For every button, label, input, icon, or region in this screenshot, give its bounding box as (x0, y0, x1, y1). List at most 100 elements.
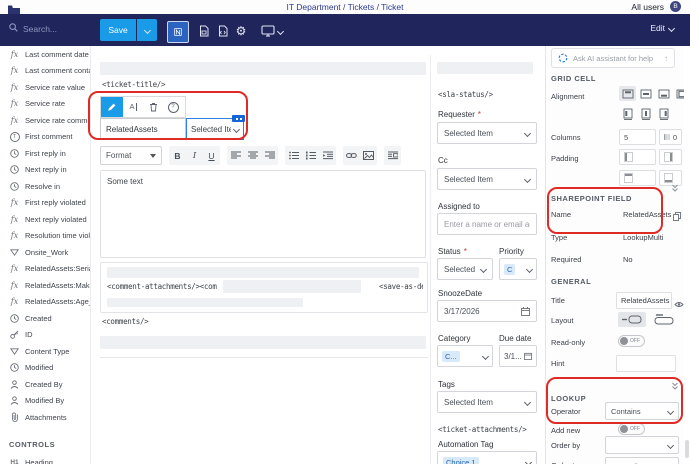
underline-button[interactable]: U (203, 146, 220, 165)
automation-tag-select[interactable]: Choice 1 (437, 451, 537, 464)
sidebar-field-onsite-work[interactable]: Onsite_Work (0, 244, 90, 261)
source-view-button[interactable] (384, 146, 401, 165)
collapse-section-button[interactable] (671, 377, 679, 395)
hint-input[interactable] (616, 355, 676, 372)
sla-status-tag[interactable]: <sla-status/> (438, 90, 493, 99)
align-middle-button[interactable] (637, 86, 654, 101)
sidebar-field-last-comment-date[interactable]: fxLast comment date (0, 46, 90, 63)
help-button[interactable]: ? (163, 97, 183, 117)
sidebar-field-modified-by[interactable]: Modified By (0, 393, 90, 410)
requester-select[interactable]: Selected Item (437, 122, 537, 144)
sidebar-field-first-reply-violated[interactable]: fxFirst reply violated (0, 195, 90, 212)
halign-right-button[interactable] (655, 106, 672, 121)
align-stretch-button[interactable] (673, 86, 684, 101)
ai-assistant-input[interactable]: Ask AI assistant for help ↑ (551, 48, 675, 68)
columns-input[interactable]: 5 (619, 129, 656, 145)
align-bottom-button[interactable] (655, 86, 672, 101)
ticket-title-tag[interactable]: <ticket-title/> (102, 80, 165, 89)
indent-button[interactable] (319, 146, 336, 165)
rename-button[interactable]: A (123, 97, 143, 117)
sidebar-field-resolve-in[interactable]: Resolve in (0, 178, 90, 195)
align-center-button[interactable] (244, 146, 261, 165)
readonly-toggle[interactable]: OFF (618, 335, 645, 347)
sidebar-field-relatedassets-age-and-warranty[interactable]: fxRelatedAssets:Age_and_warranty (0, 294, 90, 311)
assigned-to-input[interactable]: Enter a name or email address (437, 213, 537, 235)
breadcrumb[interactable]: IT Department / Tickets / Ticket (0, 2, 690, 12)
search-input[interactable]: Search... (9, 23, 57, 34)
sidebar-field-id[interactable]: ID (0, 327, 90, 344)
format-select[interactable]: Format (100, 146, 162, 165)
selection-handle-badge[interactable] (232, 115, 245, 122)
sidebar-field-last-comment-contact[interactable]: fxLast comment contact (0, 63, 90, 80)
layout-vertical-button[interactable] (650, 312, 678, 327)
italic-button[interactable]: I (186, 146, 203, 165)
field-name-cell[interactable]: RelatedAssets (100, 118, 186, 140)
halign-left-button[interactable] (619, 106, 636, 121)
collapse-section-button[interactable] (671, 179, 679, 197)
sidebar-field-next-reply-violated[interactable]: fxNext reply violated (0, 211, 90, 228)
columns-offset-input[interactable]: 0 (659, 129, 682, 145)
snoozedate-input[interactable]: 3/17/2026 (437, 300, 537, 322)
sidebar-field-relatedassets-serial-number[interactable]: fxRelatedAssets:Serial_number (0, 261, 90, 278)
all-users-label[interactable]: All users (631, 2, 664, 12)
align-right-button[interactable] (261, 146, 278, 165)
sidebar-field-service-rate[interactable]: fxService rate (0, 96, 90, 113)
save-as-default-tag[interactable]: <save-as-default (379, 282, 423, 291)
device-preview-button[interactable] (256, 22, 288, 40)
padding-top-input[interactable] (619, 170, 656, 186)
submit-arrow-icon[interactable]: ↑ (664, 54, 668, 63)
image-icon[interactable] (360, 146, 377, 165)
due-date-input[interactable]: 3/1... (499, 345, 537, 367)
link-icon[interactable] (343, 146, 360, 165)
richtext-editor[interactable]: Some text (100, 170, 426, 258)
sidebar-field-relatedassets-makeandmodel[interactable]: fxRelatedAssets:MakeAndModel (0, 277, 90, 294)
scrollbar-thumb[interactable] (685, 440, 689, 458)
category-select[interactable]: C... (437, 345, 493, 367)
sidebar-field-resolution-time-violated[interactable]: fxResolution time violated (0, 228, 90, 245)
priority-select[interactable]: C (499, 258, 537, 280)
sidebar-control-heading[interactable]: H1Heading (0, 455, 90, 464)
bold-button[interactable]: B (169, 146, 186, 165)
padding-right-input[interactable] (659, 149, 682, 165)
delete-button[interactable] (143, 97, 163, 117)
align-top-button[interactable] (619, 86, 636, 101)
status-select[interactable]: Selected (437, 258, 493, 280)
comment-attachments-tag[interactable]: <comment-attachments/><com (107, 282, 217, 291)
numbered-list-button[interactable] (302, 146, 319, 165)
selected-item-dropdown[interactable]: Selected Item (186, 118, 244, 140)
sidebar-field-next-reply-in[interactable]: Next reply in (0, 162, 90, 179)
sidebar-field-first-reply-in[interactable]: First reply in (0, 145, 90, 162)
edit-pencil-button[interactable] (101, 97, 123, 117)
save-dropdown-button[interactable] (137, 19, 157, 41)
sidebar-field-service-rate-comment[interactable]: fxService rate comment (0, 112, 90, 129)
halign-center-button[interactable] (637, 106, 654, 121)
title-formula-button[interactable] (674, 295, 684, 313)
comments-tag[interactable]: <comments/> (102, 317, 148, 326)
edit-mode-dropdown[interactable]: Edit (650, 23, 674, 33)
save-button[interactable]: Save (100, 19, 136, 41)
add-new-toggle[interactable]: OFF (618, 423, 645, 435)
settings-gear-icon[interactable]: ⚙ (230, 22, 252, 40)
designer-tab-icon[interactable] (167, 21, 189, 43)
status-label: Status* (438, 247, 467, 256)
tags-select[interactable]: Selected Item (437, 391, 537, 413)
sidebar-field-service-rate-value[interactable]: fxService rate value (0, 79, 90, 96)
sidebar-field-created-by[interactable]: Created By (0, 376, 90, 393)
ticket-attachments-tag[interactable]: <ticket-attachments/> (438, 425, 527, 434)
sidebar-field-content-type[interactable]: Content Type (0, 343, 90, 360)
align-left-button[interactable] (227, 146, 244, 165)
padding-left-input[interactable] (619, 149, 656, 165)
bullet-list-button[interactable] (285, 146, 302, 165)
operator-select[interactable]: Contains (605, 402, 679, 420)
user-avatar[interactable]: B (670, 1, 681, 12)
order-by-select[interactable] (605, 436, 679, 454)
sidebar-field-attachments[interactable]: Attachments (0, 409, 90, 426)
cc-select[interactable]: Selected Item (437, 168, 537, 190)
title-input[interactable]: RelatedAssets (616, 292, 672, 309)
layout-horizontal-button[interactable] (618, 312, 646, 327)
sidebar-field-created[interactable]: Created (0, 310, 90, 327)
sidebar-field-modified[interactable]: Modified (0, 360, 90, 377)
copy-button[interactable] (673, 208, 681, 226)
sidebar-field-first-comment[interactable]: TFirst comment (0, 129, 90, 146)
order-type-select[interactable]: Ascending (605, 457, 679, 464)
